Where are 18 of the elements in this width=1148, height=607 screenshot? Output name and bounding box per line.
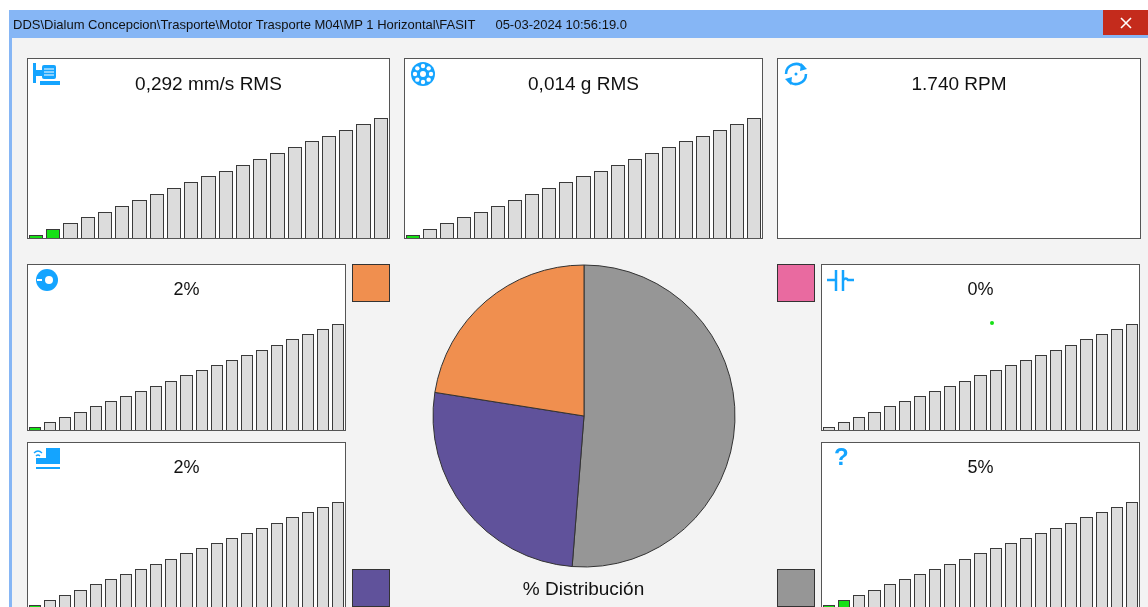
rotation-icon [782,61,810,87]
motor-icon [32,61,60,87]
reading-value: 5% [967,457,994,478]
reading-value: 2% [173,457,200,478]
reading-value: 0,014 g RMS [528,73,639,95]
bearing-icon [409,61,437,87]
reading-value: 0% [967,279,994,300]
reading-value: 2% [173,279,200,300]
chart-caption: % Distribución [522,578,645,600]
close-icon [1119,16,1132,29]
contact-icon [826,267,854,293]
timestamp: 05-03-2024 10:56:19.0 [495,16,627,32]
reading-value: 0,292 mm/s RMS [135,73,282,95]
pump-icon [32,445,60,471]
close-button[interactable] [1103,10,1148,35]
window-title: DDS\Dialum Concepcion\Trasporte\Motor Trasporte M04\MP 1 Horizontal\FASIT [13,16,476,32]
help-icon: ? [834,445,849,469]
reading-value: 1.740 RPM [911,73,1007,95]
